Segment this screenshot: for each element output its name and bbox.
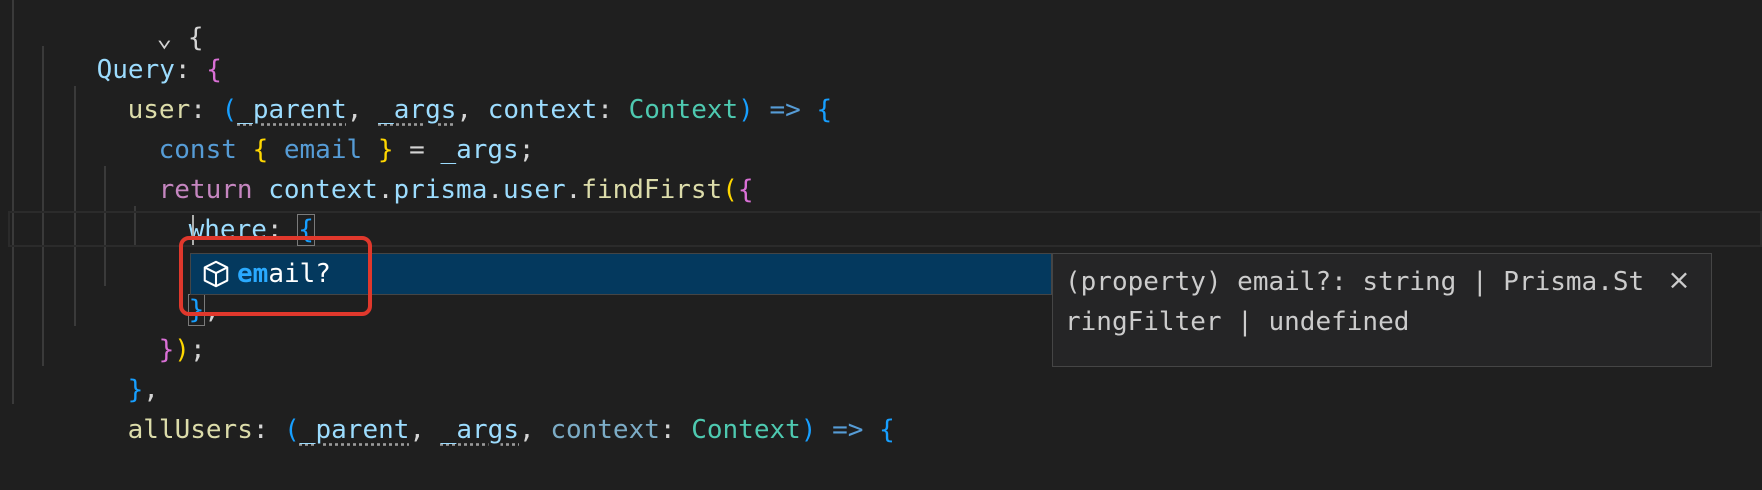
dot: . <box>377 175 394 205</box>
colon: : <box>252 415 285 445</box>
matched-brace: { <box>297 214 315 246</box>
code-line[interactable]: em <box>156 210 250 285</box>
code-line: const { email } = _args; <box>96 90 535 165</box>
param-name: context <box>550 415 660 445</box>
code-line: Query: { <box>34 10 222 85</box>
suggest-item-email[interactable]: email? <box>191 254 1051 294</box>
type-signature: (property) email?: string | Prisma.Strin… <box>1065 267 1645 337</box>
brace: { <box>816 95 833 125</box>
property-name: allUsers <box>127 415 253 445</box>
text-cursor <box>192 215 194 245</box>
property-name: prisma <box>393 175 488 205</box>
colon: : <box>266 215 299 245</box>
param-name: _args <box>440 415 519 445</box>
semicolon: ; <box>189 335 206 365</box>
type-name: Context <box>628 95 739 125</box>
comma: , <box>519 415 551 445</box>
colon: : <box>597 95 629 125</box>
code-line: allUsers: (_parent, _args, context: Cont… <box>65 370 895 445</box>
code-line: }, <box>65 330 159 405</box>
suggest-match-highlight: em <box>237 259 269 289</box>
paren: ) <box>174 335 190 365</box>
suggest-details-panel: (property) email?: string | Prisma.Strin… <box>1052 253 1712 367</box>
code-line: }); <box>96 290 206 365</box>
type-name: Context <box>691 415 801 445</box>
close-icon[interactable]: × <box>1663 262 1695 298</box>
paren: ) <box>738 95 754 125</box>
method-name: findFirst <box>581 175 723 205</box>
paren: ( <box>722 175 738 205</box>
autocomplete-suggest-widget[interactable]: email? <box>190 253 1052 295</box>
code-line: return context.prisma.user.findFirst({ <box>96 130 754 205</box>
comma: , <box>204 295 220 325</box>
cube-property-icon <box>199 257 233 291</box>
param-name: _parent <box>299 415 410 445</box>
brace: { <box>737 175 754 205</box>
paren: ) <box>800 415 817 445</box>
comma: , <box>409 415 441 445</box>
brace: } <box>158 335 175 365</box>
dot: . <box>487 175 504 205</box>
code-line: user: (_parent, _args, context: Context)… <box>65 50 832 125</box>
paren: ( <box>284 415 300 445</box>
colon: : <box>659 415 692 445</box>
arrow: => <box>753 95 817 125</box>
property-name: user <box>503 175 566 205</box>
dot: . <box>565 175 582 205</box>
arrow: => <box>816 415 880 445</box>
code-line: where: { <box>126 170 315 246</box>
brace: { <box>879 415 895 445</box>
suggest-item-label: email? <box>237 259 331 289</box>
suggest-label-rest: ail? <box>268 259 331 289</box>
